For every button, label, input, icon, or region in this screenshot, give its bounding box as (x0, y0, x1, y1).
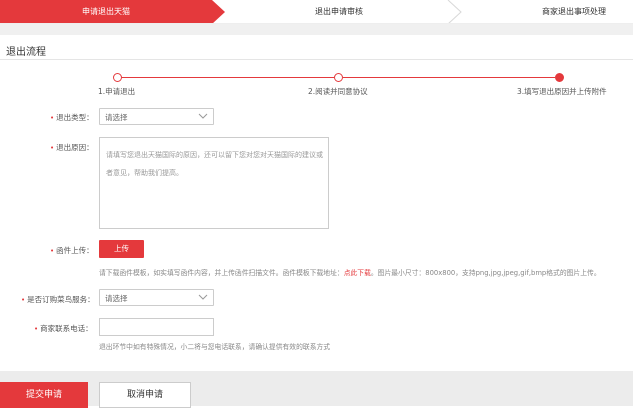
top-gap (0, 24, 633, 35)
required-mark: • (50, 114, 55, 122)
chevron-down-icon (198, 294, 208, 300)
action-bar (0, 371, 633, 406)
required-mark: • (21, 296, 26, 304)
required-mark: • (50, 247, 55, 255)
upload-hint-post: 。图片最小尺寸：800x800，支持png,jpg,jpeg,gif,bmp格式… (370, 269, 601, 277)
top-step-bar: 申请退出天猫 退出申请审核 商家退出事项处理 (0, 0, 633, 24)
type-label-text: 退出类型： (56, 113, 94, 122)
section-divider (0, 59, 633, 60)
upload-hint: 请下载函件模板，如实填写函件内容，并上传函件扫描文件。函件模板下载地址：点此下载… (99, 267, 601, 277)
upload-hint-pre: 请下载函件模板，如实填写函件内容，并上传函件扫描文件。函件模板下载地址： (99, 269, 344, 277)
cancel-button[interactable]: 取消申请 (99, 382, 191, 408)
step-separator (447, 0, 462, 24)
section-title: 退出流程 (6, 47, 46, 58)
progress-label-1: 1.申请退出 (98, 87, 136, 96)
phone-label: • 商家联系电话： (34, 323, 93, 334)
reason-textarea[interactable]: 请填写您退出天猫国际的原因，还可以留下您对您对天猫国际的建议或者意见，帮助我们提… (99, 137, 329, 229)
progress-line-2 (343, 77, 555, 78)
upload-button[interactable]: 上传 (99, 240, 144, 258)
top-step-1: 申请退出天猫 (82, 7, 130, 16)
reason-label-text: 退出原因： (56, 143, 94, 152)
cainiao-select[interactable]: 请选择 (99, 289, 214, 306)
progress-dot-1 (113, 73, 122, 82)
download-template-link[interactable]: 点此下载 (344, 269, 371, 277)
reason-label: • 退出原因： (50, 142, 94, 153)
progress-line-1 (121, 77, 334, 78)
top-step-2: 退出申请审核 (315, 7, 363, 16)
progress-label-3: 3.填写退出原因并上传附件 (517, 87, 607, 96)
progress-dot-3 (555, 73, 564, 82)
required-mark: • (50, 144, 55, 152)
attach-label-text: 函件上传： (56, 246, 94, 255)
submit-button[interactable]: 提交申请 (0, 382, 88, 408)
phone-label-text: 商家联系电话： (40, 324, 93, 333)
cainiao-label: • 是否订购菜鸟服务： (21, 294, 95, 305)
cainiao-label-text: 是否订购菜鸟服务： (27, 295, 95, 304)
chevron-down-icon (198, 113, 208, 119)
exit-type-value: 请选择 (105, 113, 128, 122)
type-label: • 退出类型： (50, 112, 94, 123)
reason-placeholder: 请填写您退出天猫国际的原因，还可以留下您对您对天猫国际的建议或者意见，帮助我们提… (106, 151, 323, 177)
progress-dot-2 (334, 73, 343, 82)
progress-label-2: 2.阅读并同意协议 (308, 87, 368, 96)
top-step-3: 商家退出事项处理 (542, 7, 606, 16)
attach-label: • 函件上传： (50, 245, 94, 256)
phone-hint: 退出环节中如有特殊情况，小二将与您电话联系，请确认提供有效的联系方式 (99, 343, 331, 351)
required-mark: • (34, 325, 39, 333)
exit-type-select[interactable]: 请选择 (99, 108, 214, 125)
phone-input[interactable] (99, 318, 214, 336)
cainiao-value: 请选择 (105, 294, 128, 303)
